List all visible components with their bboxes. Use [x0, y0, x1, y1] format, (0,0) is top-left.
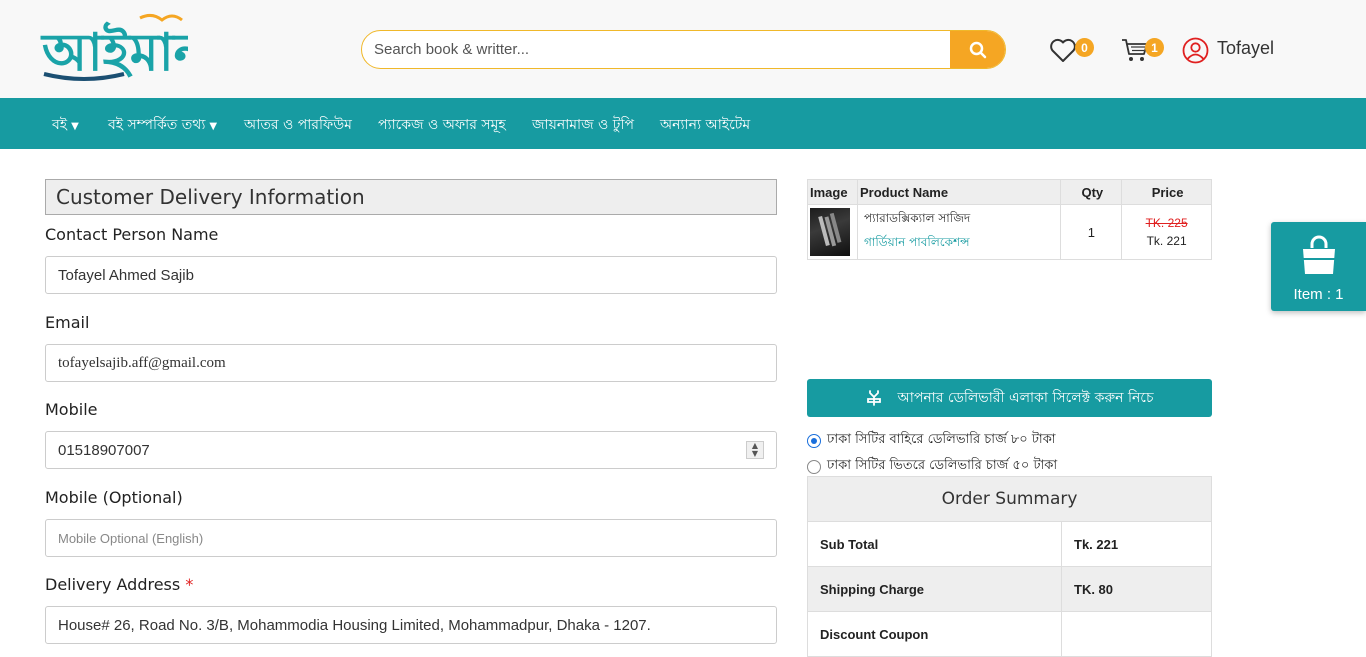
product-qty: 1 [1060, 204, 1123, 260]
nav-item-prayer-mat[interactable]: জায়নামাজ ও টুপি [532, 113, 634, 137]
search-icon [969, 41, 986, 58]
wishlist-count-badge: 0 [1075, 38, 1094, 57]
contact-name-input[interactable] [45, 256, 777, 294]
email-label: Email [45, 313, 90, 332]
order-summary-table: Order Summary Sub Total Tk. 221 Shipping… [807, 476, 1212, 657]
radio-button[interactable] [807, 459, 821, 474]
table-row: Discount Coupon [807, 611, 1212, 657]
col-product-name: Product Name [856, 179, 1062, 205]
delivery-address-label-text: Delivery Address [45, 575, 181, 594]
email-input[interactable] [45, 344, 777, 382]
product-name-cell: প্যারাডক্সিক্যাল সাজিদ গার্ডিয়ান পাবলিক… [856, 204, 1062, 260]
main-nav: বই ▼ বই সম্পর্কিত তথ্য ▼ আতর ও পারফিউম প্য… [0, 98, 1366, 149]
delivery-address-input[interactable] [45, 606, 777, 644]
form-title: Customer Delivery Information [45, 179, 777, 215]
product-image-cell [807, 204, 858, 260]
mobile-label: Mobile [45, 400, 98, 419]
nav-item-label: বই [52, 117, 68, 133]
summary-value: TK. 80 [1061, 566, 1212, 612]
site-logo[interactable]: আইমান [40, 8, 188, 84]
summary-label: Shipping Charge [807, 566, 1062, 612]
wishlist-heart-icon[interactable] [1049, 37, 1077, 63]
table-row: Sub Total Tk. 221 [807, 521, 1212, 567]
order-summary-title: Order Summary [807, 476, 1212, 522]
col-image: Image [807, 179, 858, 205]
product-name[interactable]: প্যারাডক্সিক্যাল সাজিদ [858, 210, 1060, 230]
hand-pointer-icon [867, 390, 882, 406]
delivery-option-inside-dhaka[interactable]: ঢাকা সিটির ভিতরে ডেলিভারি চার্জ ৫০ টাকা [807, 456, 1057, 477]
nav-item-label: বই সম্পর্কিত তথ্য [108, 117, 206, 133]
delivery-option-outside-dhaka[interactable]: ঢাকা সিটির বাহিরে ডেলিভারি চার্জ ৮০ টাকা [807, 430, 1056, 451]
floating-cart-button[interactable]: Item : 1 [1271, 222, 1366, 311]
summary-label: Sub Total [807, 521, 1062, 567]
product-price-cell: TK. 225 Tk. 221 [1121, 204, 1212, 260]
nav-item-label: জায়নামাজ ও টুপি [532, 117, 634, 133]
delivery-area-text: আপনার ডেলিভারী এলাকা সিলেক্ট করুন নিচে [897, 390, 1154, 406]
mobile-optional-input[interactable] [45, 519, 777, 557]
nav-item-label: আতর ও পারফিউম [244, 117, 352, 133]
table-row: প্যারাডক্সিক্যাল সাজিদ গার্ডিয়ান পাবলিক… [807, 204, 1212, 260]
nav-item-others[interactable]: অন্যান্য আইটেম [660, 113, 750, 137]
delivery-area-bar: আপনার ডেলিভারী এলাকা সিলেক্ট করুন নিচে [807, 379, 1212, 417]
user-avatar-icon[interactable] [1182, 37, 1209, 64]
chevron-down-icon: ▼ [209, 121, 218, 132]
delivery-option-label: ঢাকা সিটির ভিতরে ডেলিভারি চার্জ ৫০ টাকা [827, 458, 1058, 473]
delivery-address-label: Delivery Address * [45, 575, 193, 594]
svg-text:আইমান: আইমান [40, 22, 188, 83]
cart-table: Image Product Name Qty Price প্যারাডক্সি… [807, 179, 1212, 260]
shopping-bag-icon [1303, 235, 1335, 274]
radio-button-selected[interactable] [807, 433, 821, 448]
cart-header-row: Image Product Name Qty Price [807, 179, 1212, 205]
summary-value: Tk. 221 [1061, 521, 1212, 567]
nav-item-books[interactable]: বই ▼ [52, 113, 79, 137]
col-qty: Qty [1060, 179, 1123, 205]
contact-name-label: Contact Person Name [45, 225, 219, 244]
required-marker: * [185, 575, 194, 594]
summary-label: Discount Coupon [807, 611, 1062, 657]
search-bar [361, 30, 1006, 69]
col-price: Price [1121, 179, 1212, 205]
current-price: Tk. 221 [1146, 234, 1187, 248]
number-stepper[interactable]: ▲ ▼ [746, 441, 764, 459]
search-button[interactable] [950, 31, 1005, 68]
delivery-option-label: ঢাকা সিটির বাহিরে ডেলিভারি চার্জ ৮০ টাকা [827, 432, 1056, 447]
cart-count-badge: 1 [1145, 38, 1164, 57]
old-price: TK. 225 [1145, 216, 1188, 230]
mobile-input[interactable] [45, 431, 777, 469]
nav-item-book-info[interactable]: বই সম্পর্কিত তথ্য ▼ [108, 113, 217, 137]
summary-value [1061, 611, 1212, 657]
chevron-down-icon: ▼ [71, 121, 79, 132]
nav-item-label: প্যাকেজ ও অফার সমূহ [378, 117, 506, 133]
floating-cart-label: Item : 1 [1293, 286, 1344, 303]
site-header: আইমান 0 1 Tofayel [0, 0, 1366, 98]
nav-item-perfume[interactable]: আতর ও পারফিউম [244, 113, 352, 137]
nav-item-label: অন্যান্য আইটেম [660, 117, 751, 133]
nav-item-packages[interactable]: প্যাকেজ ও অফার সমূহ [378, 113, 506, 137]
table-row: Shipping Charge TK. 80 [807, 566, 1212, 612]
search-input[interactable] [362, 31, 952, 68]
user-name[interactable]: Tofayel [1217, 38, 1274, 59]
publisher-link[interactable]: গার্ডিয়ান পাবলিকেশন্স [858, 234, 1060, 254]
mobile-optional-label: Mobile (Optional) [45, 488, 183, 507]
book-cover-image[interactable] [810, 208, 850, 256]
